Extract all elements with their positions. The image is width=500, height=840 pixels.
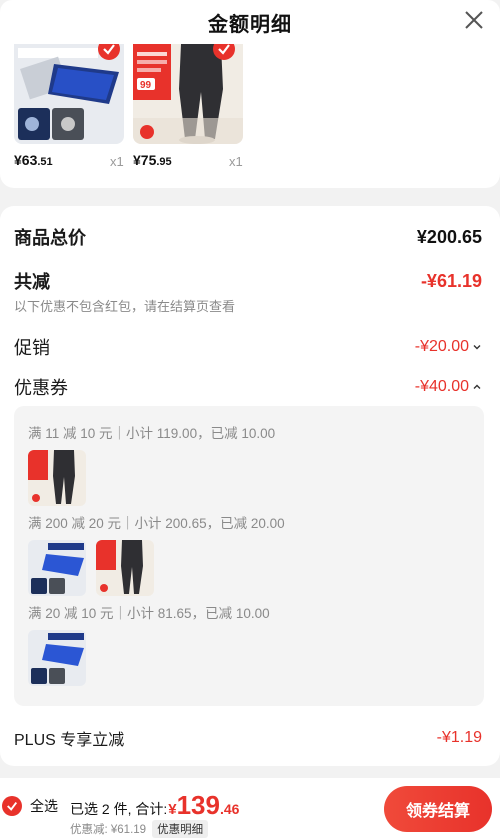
- product-quantity: x1: [229, 154, 243, 169]
- product-price: ¥63.51: [14, 152, 53, 168]
- plus-discount-label: PLUS 专享立减: [14, 732, 125, 749]
- plus-discount-row: PLUS 专享立减 -¥1.19: [14, 726, 482, 750]
- promo-tag-text: 99: [140, 80, 152, 91]
- close-icon: [465, 11, 483, 29]
- price-decimal: .95: [156, 156, 172, 168]
- close-button[interactable]: [460, 6, 488, 34]
- price-decimal: .51: [37, 156, 53, 168]
- plus-discount-value: -¥1.19: [436, 729, 482, 746]
- check-icon: [218, 44, 230, 55]
- total-decimal: .46: [219, 801, 240, 817]
- promotion-value: -¥20.00: [414, 338, 469, 355]
- coupon-detail-line: 满 200 减 20 元｜小计 200.65，已减 20.00: [28, 516, 285, 531]
- order-total: 已选 2 件, 合计: ¥ 139 .46: [70, 790, 239, 821]
- promotion-row[interactable]: 促销 -¥20.00: [14, 334, 482, 360]
- total-discount-value: -¥61.19: [420, 270, 482, 291]
- check-icon: [7, 802, 18, 811]
- total-currency: ¥: [168, 801, 177, 818]
- selected-count-text: 已选 2 件, 合计:: [70, 801, 168, 817]
- checkout-button[interactable]: 领券结算: [384, 786, 492, 832]
- coupon-row[interactable]: 优惠券 -¥40.00: [14, 374, 482, 400]
- total-integer: 139: [176, 790, 220, 820]
- check-icon: [103, 44, 115, 55]
- discount-note: 以下优惠不包含红包，请在结算页查看: [14, 299, 236, 314]
- product-item[interactable]: [14, 44, 124, 144]
- promotion-amount: -¥20.00: [415, 338, 482, 356]
- goods-total-value: ¥200.65: [416, 226, 482, 247]
- product-item[interactable]: 99: [133, 44, 243, 144]
- discount-summary-text: 优惠减: ¥61.19: [70, 824, 147, 836]
- select-all-label: 全选: [30, 798, 58, 814]
- discount-summary: 优惠减: ¥61.19 优惠明细: [70, 820, 209, 838]
- coupon-product-thumb-screen-protector: [28, 540, 86, 596]
- select-all-toggle[interactable]: 全选: [2, 796, 58, 816]
- product-image-leggings: 99: [133, 44, 243, 144]
- coupon-detail-line: 满 20 减 10 元｜小计 81.65，已减 10.00: [28, 606, 270, 621]
- discount-detail-link[interactable]: 优惠明细: [152, 820, 209, 838]
- coupon-details: 满 11 减 10 元｜小计 119.00，已减 10.00 满 200 减 2…: [14, 406, 484, 706]
- coupon-product-thumb-screen-protector: [28, 630, 86, 686]
- price-integer: ¥75: [133, 152, 157, 168]
- product-image-screen-protector: [14, 44, 124, 144]
- coupon-amount: -¥40.00: [415, 378, 482, 396]
- amount-summary: 商品总价 ¥200.65 共减 -¥61.19 以下优惠不包含红包，请在结算页查…: [0, 206, 500, 766]
- coupon-value: -¥40.00: [414, 378, 469, 395]
- checkout-bar: 全选 已选 2 件, 合计: ¥ 139 .46 优惠减: ¥61.19 优惠明…: [0, 778, 500, 840]
- total-discount-label: 共减: [14, 272, 50, 292]
- coupon-label: 优惠券: [14, 378, 68, 398]
- coupon-detail-line: 满 11 减 10 元｜小计 119.00，已减 10.00: [28, 426, 276, 441]
- chevron-up-icon: [473, 384, 481, 389]
- product-list: ¥63.51 x1 99 ¥75.95 x1: [0, 44, 500, 188]
- total-discount-row: 共减 -¥61.19: [14, 268, 482, 294]
- goods-total-label: 商品总价: [14, 228, 86, 248]
- select-all-checkbox[interactable]: [2, 796, 22, 816]
- page-title: 金额明细: [208, 13, 292, 36]
- price-integer: ¥63: [14, 152, 38, 168]
- coupon-product-thumb-leggings: [28, 450, 86, 506]
- chevron-down-icon: [473, 345, 481, 350]
- promotion-label: 促销: [14, 338, 50, 358]
- product-quantity: x1: [110, 154, 124, 169]
- modal-header: 金额明细: [0, 0, 500, 44]
- goods-total-row: 商品总价 ¥200.65: [14, 224, 482, 250]
- coupon-product-thumb-leggings: [96, 540, 154, 596]
- product-price: ¥75.95: [133, 152, 172, 168]
